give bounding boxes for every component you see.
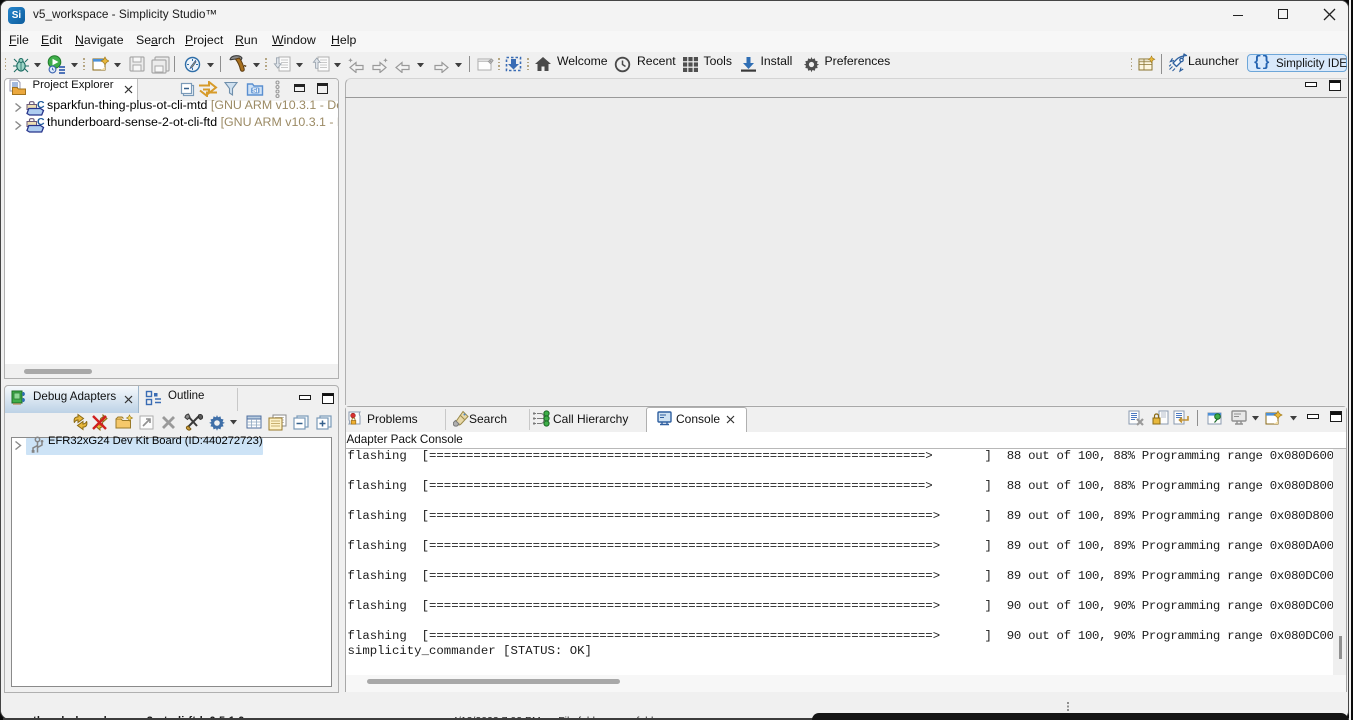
svg-text:Si: Si: [252, 88, 258, 95]
svg-text:C: C: [37, 100, 45, 111]
svg-text:C: C: [37, 117, 45, 128]
